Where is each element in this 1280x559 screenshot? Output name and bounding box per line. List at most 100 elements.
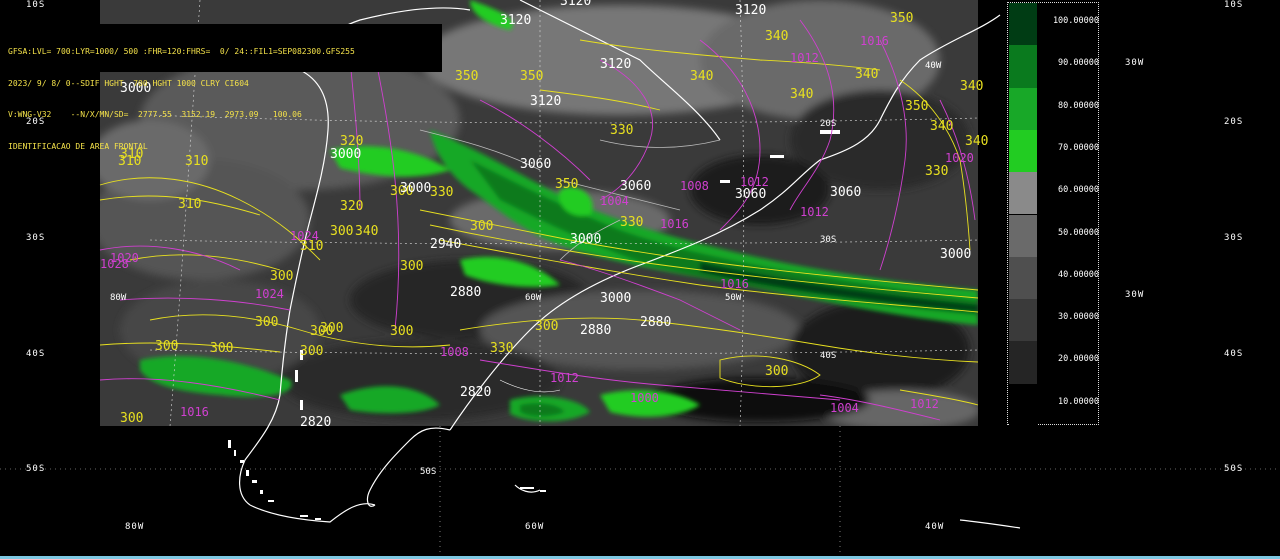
yellow-contour-label: 330 xyxy=(430,185,453,200)
magenta-contour-label: 1016 xyxy=(180,405,209,419)
magenta-contour-label: 1020 xyxy=(945,151,974,165)
legend-label: 90.00000 xyxy=(1058,58,1099,69)
magenta-contour-label: 1012 xyxy=(550,371,579,385)
yellow-contour-label: 340 xyxy=(790,87,813,102)
lat-label-left: 30S xyxy=(26,233,46,243)
magenta-contour-label: 1000 xyxy=(630,391,659,405)
header-line-4: IDENTIFICACAO DE AREA FRONTAL xyxy=(8,141,148,151)
yellow-contour-label: 330 xyxy=(620,215,643,230)
yellow-contour-label: 320 xyxy=(340,199,363,214)
legend-label: 10.00000 xyxy=(1058,396,1099,407)
white-contour-label: 2820 xyxy=(300,415,331,430)
yellow-contour-label: 340 xyxy=(355,224,378,239)
yellow-contour-label: 340 xyxy=(960,79,983,94)
inner-lat-label: 50S xyxy=(420,467,436,477)
lat-label-left: 10S xyxy=(26,0,46,10)
header-line-2: 2023/ 9/ 8/ 0--SDIF HGHT 700 HGHT 1000 C… xyxy=(8,78,249,88)
yellow-contour-label: 330 xyxy=(490,341,513,356)
white-contour-label: 3120 xyxy=(600,57,631,72)
yellow-contour-label: 300 xyxy=(390,324,413,339)
legend-label: 20.00000 xyxy=(1058,354,1099,365)
white-contour-label: 3120 xyxy=(560,0,591,9)
yellow-contour-label: 300 xyxy=(120,411,143,426)
legend-swatch xyxy=(1009,299,1037,342)
white-contour-label: 2880 xyxy=(640,315,671,330)
lat-label-left: 40S xyxy=(26,349,46,359)
lon-label-bottom: 60W xyxy=(525,522,545,532)
magenta-contour-label: 1024 xyxy=(290,229,319,243)
legend-label: 40.00000 xyxy=(1058,269,1099,280)
yellow-contour-label: 310 xyxy=(178,197,201,212)
yellow-contour-label: 300 xyxy=(330,224,353,239)
inner-lat-label: 40S xyxy=(820,351,836,361)
lat-label-right: 40S xyxy=(1224,349,1244,359)
legend-label: 50.00000 xyxy=(1058,227,1099,238)
yellow-contour-label: 300 xyxy=(255,315,278,330)
yellow-contour-label: 350 xyxy=(520,69,543,84)
legend-label: 60.00000 xyxy=(1058,185,1099,196)
lon-label-right: 30W xyxy=(1125,58,1145,68)
legend-label: 30.00000 xyxy=(1058,312,1099,323)
magenta-contour-label: 1012 xyxy=(790,51,819,65)
lat-label-right: 10S xyxy=(1224,0,1244,10)
lon-label-bottom: 40W xyxy=(925,522,945,532)
magenta-contour-label: 1028 xyxy=(100,257,129,271)
inner-lon-label: 50W xyxy=(725,293,742,303)
magenta-contour-label: 1012 xyxy=(910,397,939,411)
legend-swatch xyxy=(1009,172,1037,215)
legend-swatch xyxy=(1009,383,1037,426)
yellow-contour-label: 350 xyxy=(905,99,928,114)
inner-lat-label: 20S xyxy=(820,119,836,129)
magenta-contour-label: 1016 xyxy=(660,217,689,231)
magenta-contour-label: 1004 xyxy=(830,401,859,415)
yellow-contour-label: 340 xyxy=(690,69,713,84)
yellow-contour-label: 300 xyxy=(320,321,343,336)
product-header: GFSA:LVL= 700:LYR=1000/ 500 :FHR=120:FHR… xyxy=(6,24,442,151)
magenta-contour-label: 1008 xyxy=(440,345,469,359)
magenta-contour-label: 1024 xyxy=(255,287,284,301)
lat-label-right: 20S xyxy=(1224,117,1244,127)
white-contour-label: 3000 xyxy=(600,291,631,306)
yellow-contour-label: 350 xyxy=(455,69,478,84)
yellow-contour-label: 300 xyxy=(210,341,233,356)
white-contour-label: 3000 xyxy=(570,232,601,247)
yellow-contour-label: 350 xyxy=(890,11,913,26)
legend-swatch xyxy=(1009,45,1037,88)
magenta-contour-label: 1016 xyxy=(860,34,889,48)
lat-label-right: 50S xyxy=(1224,464,1244,474)
yellow-contour-label: 330 xyxy=(610,123,633,138)
white-contour-label: 2940 xyxy=(430,237,461,252)
white-contour-label: 3060 xyxy=(735,187,766,202)
legend-swatch xyxy=(1009,214,1037,257)
yellow-contour-label: 340 xyxy=(765,29,788,44)
yellow-contour-label: 350 xyxy=(555,177,578,192)
inner-lon-label: 60W xyxy=(525,293,542,303)
legend-label: 100.00000 xyxy=(1052,16,1099,26)
yellow-contour-label: 300 xyxy=(400,259,423,274)
yellow-contour-label: 300 xyxy=(300,344,323,359)
white-contour-label: 3060 xyxy=(520,157,551,172)
lat-label-left: 20S xyxy=(26,117,46,127)
magenta-contour-label: 1004 xyxy=(600,194,629,208)
yellow-contour-label: 340 xyxy=(930,119,953,134)
white-contour-label: 2880 xyxy=(450,285,481,300)
magenta-contour-label: 1012 xyxy=(800,205,829,219)
legend-swatch xyxy=(1009,3,1037,46)
inner-lat-label: 30S xyxy=(820,235,836,245)
white-contour-label: 3000 xyxy=(400,181,431,196)
yellow-contour-label: 340 xyxy=(855,67,878,82)
magenta-contour-label: 1008 xyxy=(680,179,709,193)
white-contour-label: 3060 xyxy=(830,185,861,200)
legend-swatch xyxy=(1009,87,1037,130)
legend-swatch xyxy=(1009,341,1037,384)
yellow-contour-label: 300 xyxy=(535,319,558,334)
white-contour-label: 3120 xyxy=(500,13,531,28)
outer-gridlines xyxy=(0,426,1280,559)
lon-label-right: 30W xyxy=(1125,290,1145,300)
yellow-contour-label: 300 xyxy=(470,219,493,234)
yellow-contour-label: 340 xyxy=(965,134,988,149)
lat-label-right: 30S xyxy=(1224,233,1244,243)
magenta-contour-label: 1016 xyxy=(720,277,749,291)
yellow-contour-label: 330 xyxy=(925,164,948,179)
inner-lon-label: 40W xyxy=(925,61,942,71)
